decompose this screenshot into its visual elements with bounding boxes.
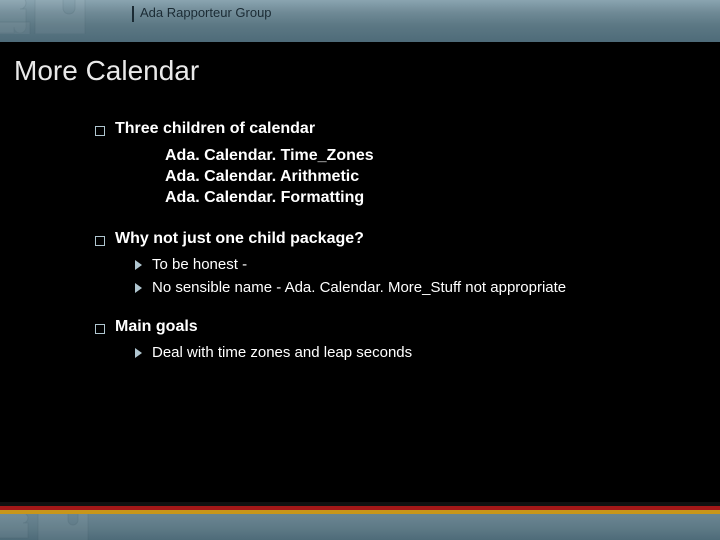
- arrow-bullet-icon: [135, 348, 142, 358]
- arrow-bullet-icon: [135, 260, 142, 270]
- footer: [0, 490, 720, 540]
- arrow-bullet-icon: [135, 283, 142, 293]
- square-bullet-icon: [95, 126, 105, 136]
- subline: Ada. Calendar. Time_Zones: [165, 146, 720, 167]
- slide-title: More Calendar: [14, 55, 199, 87]
- bullet2-label: No sensible name - Ada. Calendar. More_S…: [152, 279, 566, 296]
- footer-background: [0, 514, 720, 540]
- bullet-level2: To be honest -: [135, 256, 720, 273]
- square-bullet-icon: [95, 324, 105, 334]
- subline: Ada. Calendar. Formatting: [165, 188, 720, 209]
- bullet-level1: Why not just one child package?: [95, 230, 720, 248]
- header-background: [0, 0, 720, 42]
- bullet-label: Why not just one child package?: [115, 230, 364, 248]
- bullet-sublines: Ada. Calendar. Time_Zones Ada. Calendar.…: [165, 146, 720, 208]
- square-bullet-icon: [95, 236, 105, 246]
- slide: Ada Rapporteur Group More Calendar Three…: [0, 0, 720, 540]
- bullet-level2: No sensible name - Ada. Calendar. More_S…: [135, 279, 720, 296]
- puzzle-decoration-icon: [0, 514, 110, 540]
- puzzle-decoration-icon: [0, 0, 140, 34]
- bullet-level2: Deal with time zones and leap seconds: [135, 344, 720, 361]
- subline: Ada. Calendar. Arithmetic: [165, 167, 720, 188]
- header-separator: [132, 6, 134, 22]
- slide-content: Three children of calendar Ada. Calendar…: [0, 120, 720, 361]
- bullet-level1: Three children of calendar: [95, 120, 720, 138]
- bullet2-label: To be honest -: [152, 256, 247, 273]
- bullet2-label: Deal with time zones and leap seconds: [152, 344, 412, 361]
- bullet-label: Three children of calendar: [115, 120, 315, 138]
- bullet-label: Main goals: [115, 318, 198, 336]
- bullet-level1: Main goals: [95, 318, 720, 336]
- header-org: Ada Rapporteur Group: [140, 5, 272, 20]
